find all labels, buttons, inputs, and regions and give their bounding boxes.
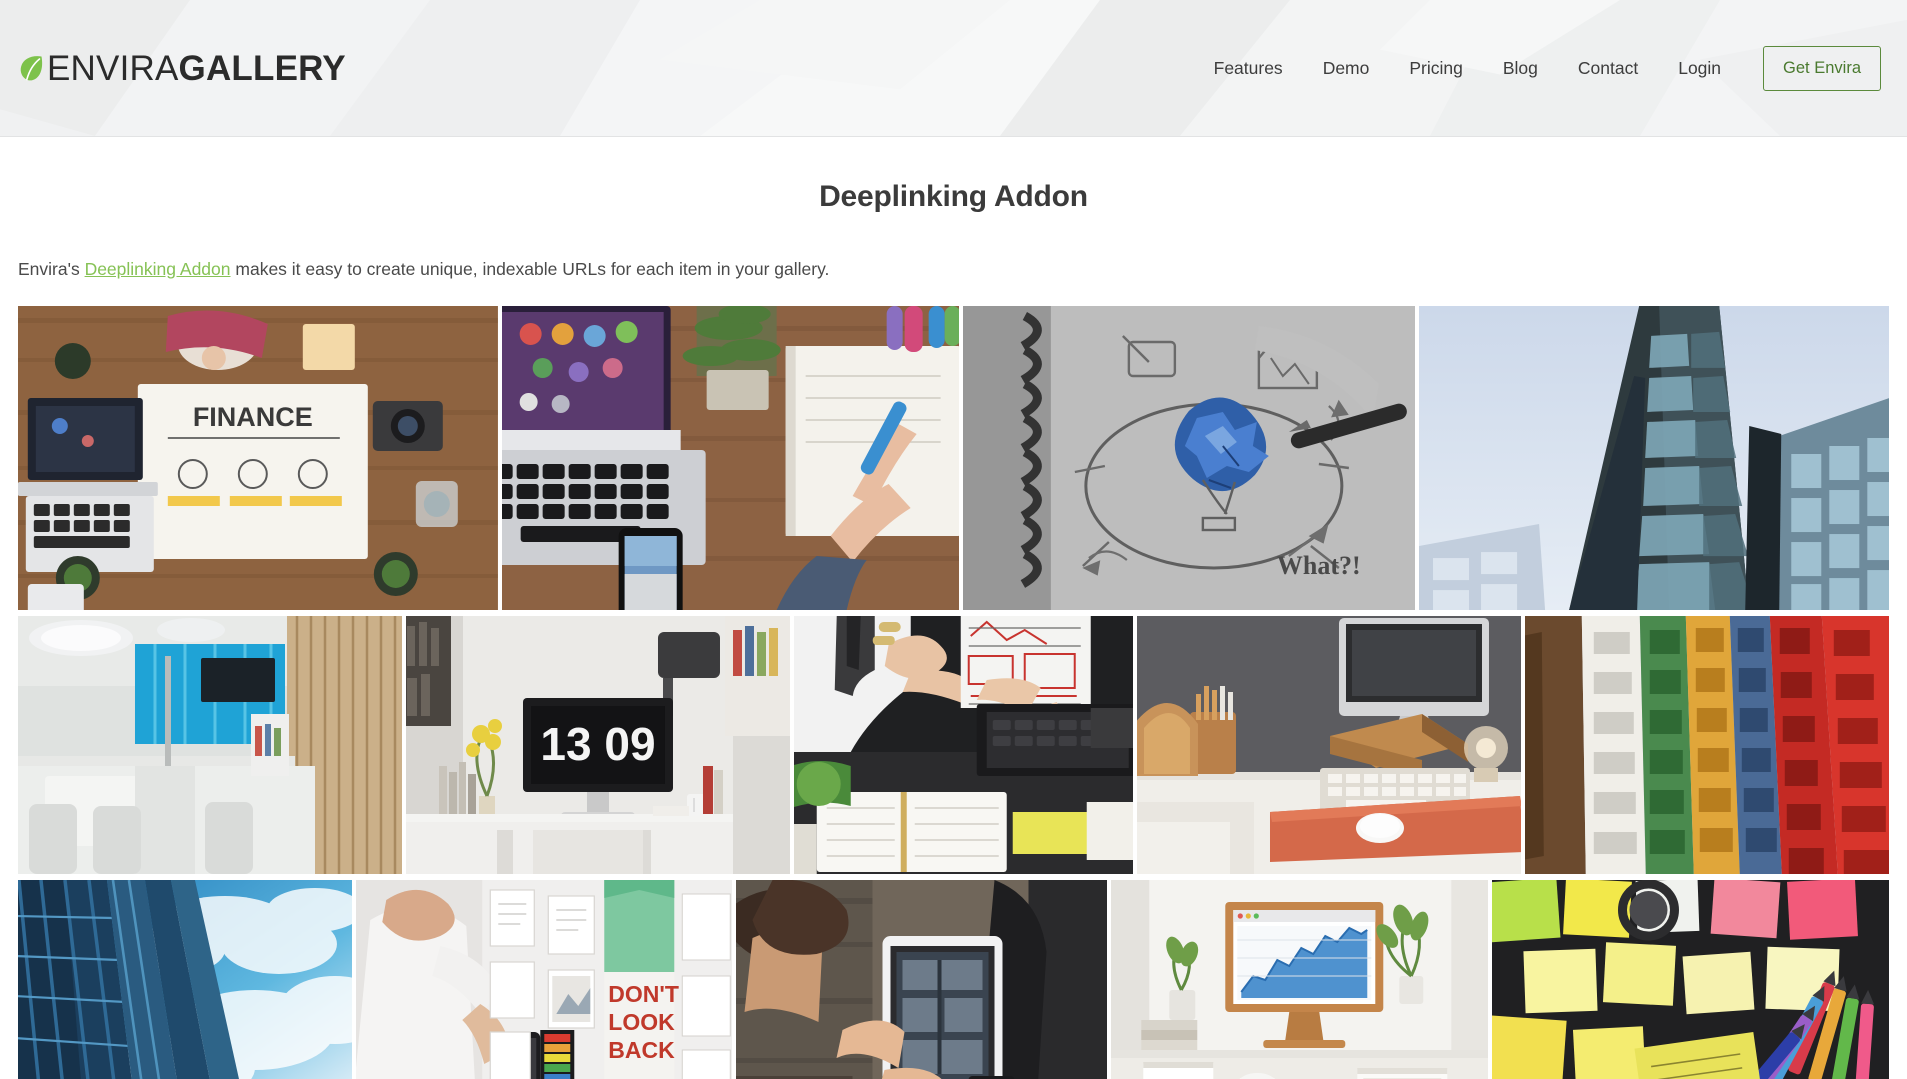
site-header: ENVIRAGALLERY Features Demo Pricing Blog… xyxy=(0,0,1907,137)
description-prefix: Envira's xyxy=(18,259,85,279)
page-title: Deeplinking Addon xyxy=(819,180,1088,213)
nav-item-contact[interactable]: Contact xyxy=(1558,52,1658,85)
deeplinking-addon-link[interactable]: Deeplinking Addon xyxy=(85,259,231,279)
thumbnail-conference-room xyxy=(18,615,402,874)
gallery-item[interactable]: FINANCE xyxy=(18,305,498,610)
thumbnail-dont-look-back-wall: DON'T LOOK BACK xyxy=(355,879,733,1079)
page-description: Envira's Deeplinking Addon makes it easy… xyxy=(0,214,1907,281)
gallery-item[interactable]: 13 09 xyxy=(405,615,790,874)
svg-text:DON'T: DON'T xyxy=(608,981,679,1007)
nav-item-features[interactable]: Features xyxy=(1194,52,1303,85)
logo-text: ENVIRAGALLERY xyxy=(47,51,346,86)
svg-text:BACK: BACK xyxy=(608,1037,675,1063)
thumbnail-glass-office-tower xyxy=(1418,305,1889,610)
thumbnail-laptop-notebook-desk xyxy=(501,305,959,610)
svg-text:13 09: 13 09 xyxy=(540,718,655,770)
logo-text-light: ENVIRA xyxy=(47,48,179,88)
svg-text:What?!: What?! xyxy=(1277,551,1361,580)
gallery-item[interactable] xyxy=(18,879,352,1079)
thumbnail-lightbulb-idea-sketch: What?! xyxy=(962,305,1415,610)
gallery-item[interactable] xyxy=(1418,305,1889,610)
gallery-item[interactable]: What?! xyxy=(962,305,1415,610)
nav-item-pricing[interactable]: Pricing xyxy=(1389,52,1483,85)
thumbnail-imac-wooden-stand xyxy=(1137,615,1522,874)
thumbnail-meeting-charts-laptop xyxy=(793,615,1134,874)
gallery-item[interactable] xyxy=(501,305,959,610)
gallery-item[interactable] xyxy=(793,615,1134,874)
thumbnail-sticky-notes-markers xyxy=(1492,879,1889,1079)
gallery-row: 13 09 xyxy=(18,615,1889,874)
description-suffix: makes it easy to create unique, indexabl… xyxy=(230,259,830,279)
logo-text-bold: GALLERY xyxy=(178,48,346,88)
thumbnail-finance-desk: FINANCE xyxy=(18,305,498,610)
svg-text:LOOK: LOOK xyxy=(608,1009,675,1035)
gallery-item[interactable] xyxy=(1137,615,1522,874)
svg-text:FINANCE: FINANCE xyxy=(193,402,313,432)
site-logo[interactable]: ENVIRAGALLERY xyxy=(18,51,346,86)
gallery-item[interactable] xyxy=(18,615,402,874)
thumbnail-tablet-meeting xyxy=(736,879,1108,1079)
nav-item-blog[interactable]: Blog xyxy=(1483,52,1558,85)
thumbnail-colorful-facades xyxy=(1525,615,1889,874)
page-main: Deeplinking Addon Envira's Deeplinking A… xyxy=(0,137,1907,1079)
nav-item-login[interactable]: Login xyxy=(1658,52,1741,85)
nav-item-demo[interactable]: Demo xyxy=(1303,52,1390,85)
thumbnail-analytics-monitor-desk xyxy=(1111,879,1489,1079)
gallery-item[interactable] xyxy=(1525,615,1889,874)
gallery-row: DON'T LOOK BACK xyxy=(18,879,1889,1079)
gallery-item[interactable]: DON'T LOOK BACK xyxy=(355,879,733,1079)
main-navigation: Features Demo Pricing Blog Contact Login… xyxy=(1194,45,1881,91)
gallery-item[interactable] xyxy=(1111,879,1489,1079)
thumbnail-imac-clock-desk: 13 09 xyxy=(405,615,790,874)
gallery-item[interactable] xyxy=(1492,879,1889,1079)
gallery-row: FINANCE What?! xyxy=(18,305,1889,610)
get-envira-button[interactable]: Get Envira xyxy=(1763,45,1881,91)
gallery-item[interactable] xyxy=(736,879,1108,1079)
image-gallery: FINANCE What?! 13 09 DON'T LOOK BACK xyxy=(0,305,1907,1079)
thumbnail-skyscraper-clouds xyxy=(18,879,352,1079)
leaf-icon xyxy=(20,56,43,81)
header-inner: ENVIRAGALLERY Features Demo Pricing Blog… xyxy=(0,0,1907,136)
